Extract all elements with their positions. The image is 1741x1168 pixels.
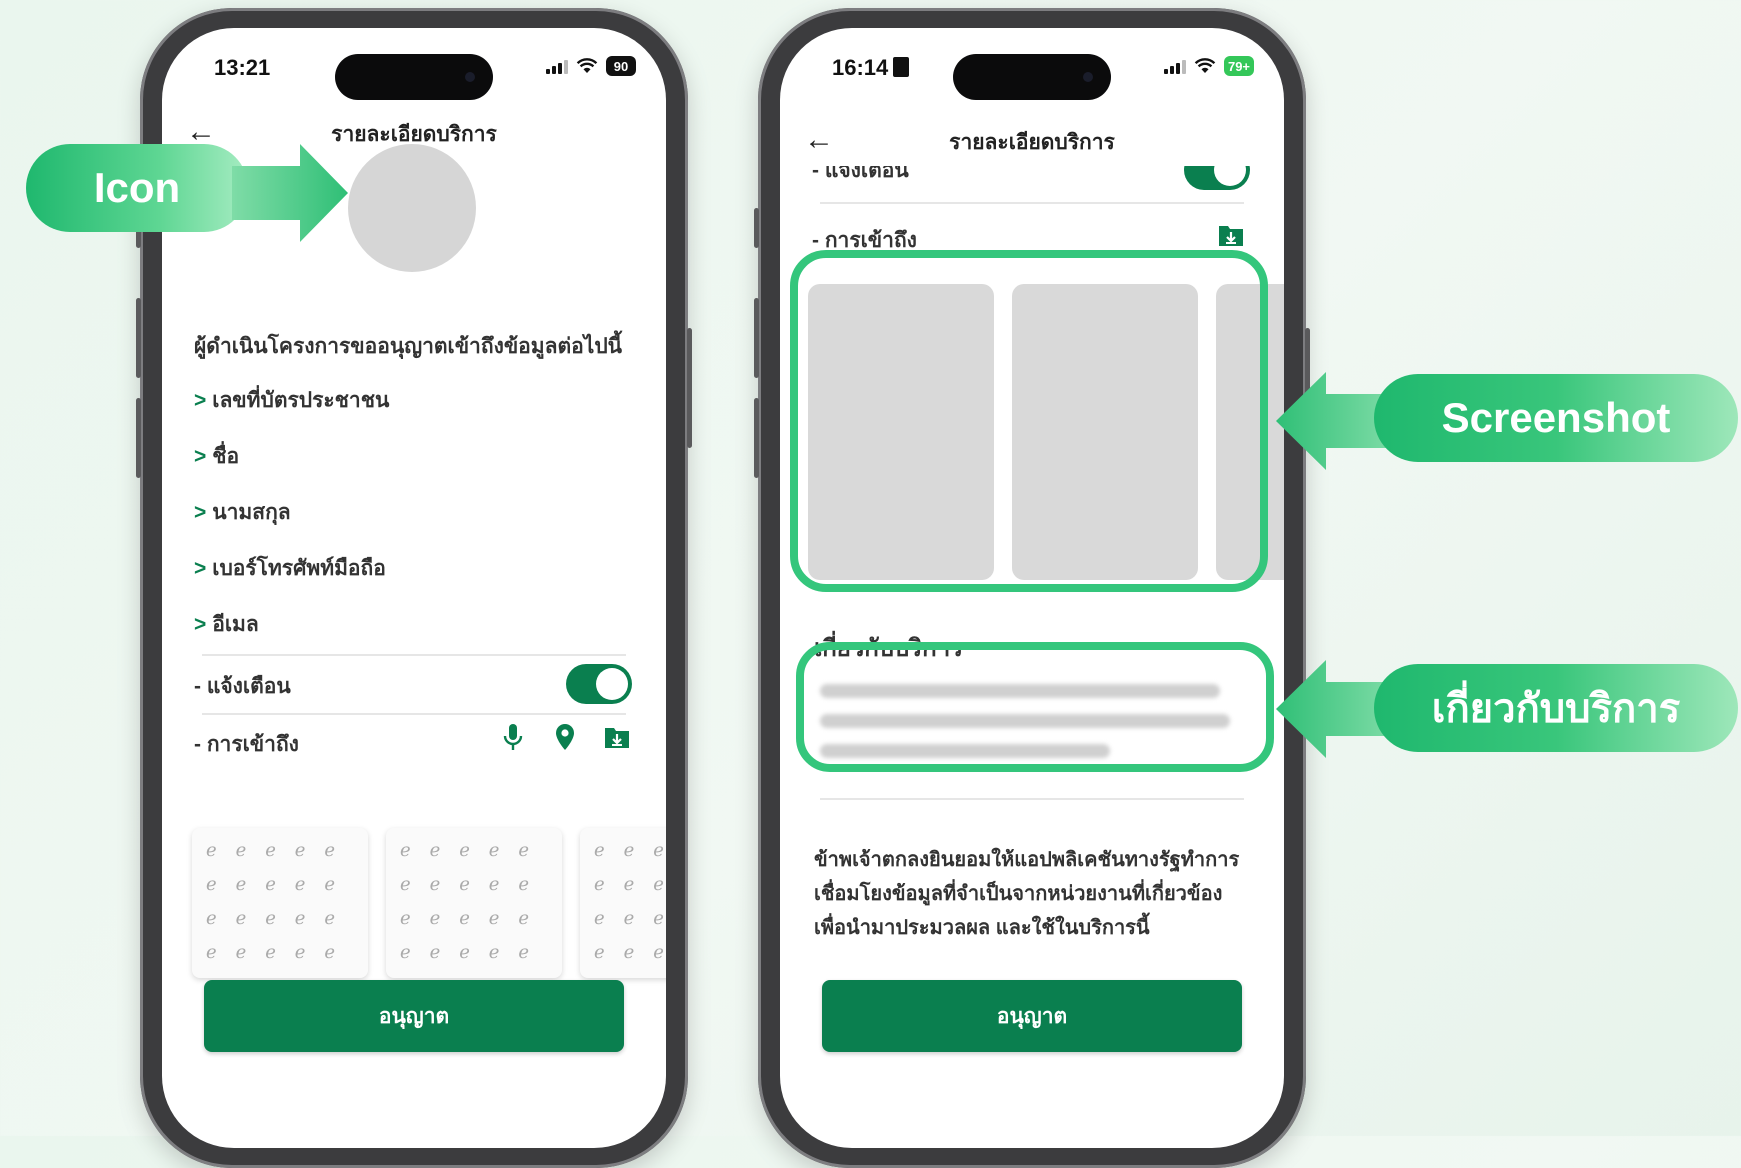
permission-item: > ชื่อ: [194, 445, 240, 468]
status-time: 13:21: [214, 55, 271, 80]
notification-label: - แจ้งเตือน: [812, 166, 909, 182]
signal-icon: [546, 58, 568, 74]
callout-arrow-icon: [232, 144, 348, 242]
allow-button[interactable]: อนุญาต: [822, 980, 1242, 1052]
divider: [820, 202, 1244, 204]
permission-item: > นามสกุล: [194, 501, 291, 524]
phone-side-button: [754, 208, 759, 248]
divider: [202, 713, 626, 715]
consent-text: ข้าพเจ้าตกลงยินยอมให้แอปพลิเคชันทางรัฐทำ…: [814, 849, 1240, 939]
callout-label-about: เกี่ยวกับบริการ: [1374, 664, 1738, 752]
wifi-icon: [1194, 58, 1216, 73]
notification-toggle[interactable]: [1184, 166, 1250, 190]
phone-power-button: [687, 328, 692, 448]
callout-frame-about: [796, 642, 1274, 772]
download-folder-icon: [602, 722, 632, 752]
notification-row-partial: - แจ้งเตือน: [780, 166, 1284, 194]
screenshot-thumbnail: ℯℯℯℯℯ ℯℯℯℯℯ ℯℯℯℯℯ ℯℯℯℯℯ: [386, 828, 562, 978]
service-icon-placeholder: [348, 144, 476, 272]
status-indicators: 90: [546, 56, 636, 76]
divider: [202, 654, 626, 656]
dynamic-island: [953, 54, 1111, 100]
phone-volume-down: [136, 398, 141, 478]
download-folder-icon: [1216, 220, 1246, 250]
callout-frame-screenshot: [790, 250, 1268, 592]
screenshot-carousel[interactable]: ℯℯℯℯℯ ℯℯℯℯℯ ℯℯℯℯℯ ℯℯℯℯℯ ℯℯℯℯℯ ℯℯℯℯℯ ℯℯℯℯ…: [192, 828, 666, 978]
status-indicators: 79+: [1164, 56, 1254, 76]
phone-volume-down: [754, 398, 759, 478]
phone-volume-up: [136, 298, 141, 378]
dynamic-island: [335, 54, 493, 100]
access-label: - การเข้าถึง: [194, 733, 299, 756]
notification-label: - แจ้งเตือน: [194, 675, 291, 698]
battery-icon: 90: [606, 56, 636, 76]
signal-icon: [1164, 58, 1186, 74]
divider: [820, 798, 1244, 800]
wifi-icon: [576, 58, 598, 73]
screenshot-thumbnail: ℯℯℯℯℯ ℯℯℯℯℯ ℯℯℯℯℯ ℯℯℯℯℯ: [192, 828, 368, 978]
access-icons: [498, 722, 632, 752]
permission-item: > เลขที่บัตรประชาชน: [194, 389, 390, 412]
status-time: 16:14: [832, 55, 910, 81]
notification-toggle[interactable]: [566, 664, 632, 704]
nav-bar: ← รายละเอียดบริการ: [780, 116, 1284, 164]
permission-item: > เบอร์โทรศัพท์มือถือ: [194, 557, 386, 580]
callout-label-screenshot: Screenshot: [1374, 374, 1738, 462]
location-pin-icon: [550, 722, 580, 752]
screenshot-thumbnail: ℯℯℯℯℯ ℯℯℯℯℯ ℯℯℯℯℯ ℯℯℯℯℯ: [580, 828, 666, 978]
sim-icon: [893, 57, 910, 77]
permission-item: > อีเมล: [194, 613, 259, 636]
page-title: รายละเอียดบริการ: [949, 131, 1115, 154]
permission-request-text: ผู้ดำเนินโครงการขออนุญาตเข้าถึงข้อมูลต่อ…: [194, 335, 622, 358]
callout-label-icon: Icon: [26, 144, 248, 232]
battery-icon: 79+: [1224, 56, 1254, 76]
microphone-icon: [498, 722, 528, 752]
phone-volume-up: [754, 298, 759, 378]
allow-button[interactable]: อนุญาต: [204, 980, 624, 1052]
